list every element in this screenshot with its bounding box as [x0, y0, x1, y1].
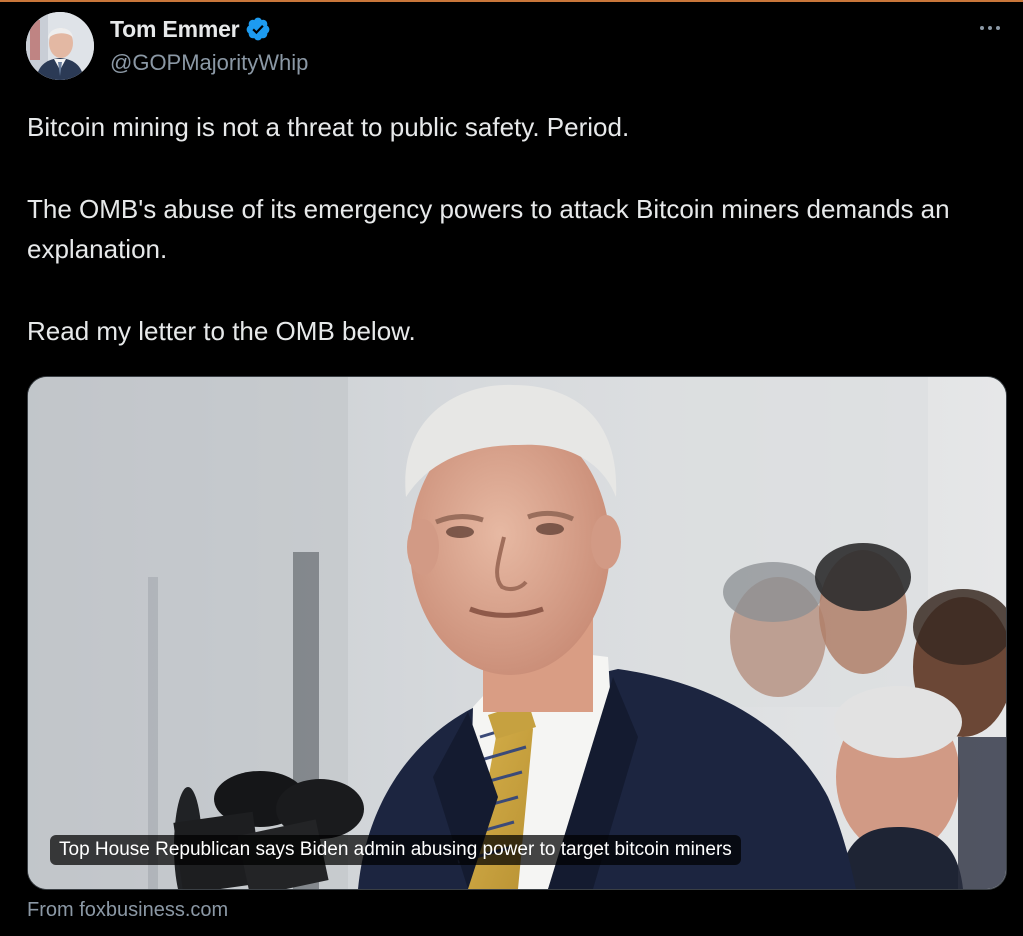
more-options-icon[interactable]	[972, 14, 1008, 42]
author-display-name[interactable]: Tom Emmer	[110, 16, 240, 43]
tweet-paragraph: Bitcoin mining is not a threat to public…	[27, 112, 630, 142]
tweet-paragraph: Read my letter to the OMB below.	[27, 316, 416, 346]
link-card-image	[28, 377, 1006, 889]
author-handle[interactable]: @GOPMajorityWhip	[110, 50, 308, 76]
link-card[interactable]: Top House Republican says Biden admin ab…	[27, 376, 1007, 890]
tweet-text: Bitcoin mining is not a threat to public…	[27, 107, 987, 351]
link-card-title: Top House Republican says Biden admin ab…	[50, 835, 741, 865]
tweet: Tom Emmer @GOPMajorityWhip Bitcoin minin…	[0, 0, 1023, 936]
author-avatar[interactable]	[26, 12, 94, 80]
author-name-row: Tom Emmer	[110, 14, 271, 44]
link-card-source[interactable]: From foxbusiness.com	[27, 899, 228, 922]
tweet-paragraph: The OMB's abuse of its emergency powers …	[27, 194, 950, 264]
more-dot	[980, 26, 984, 30]
more-dot	[996, 26, 1000, 30]
verified-badge-icon	[247, 17, 270, 41]
more-dot	[988, 26, 992, 30]
